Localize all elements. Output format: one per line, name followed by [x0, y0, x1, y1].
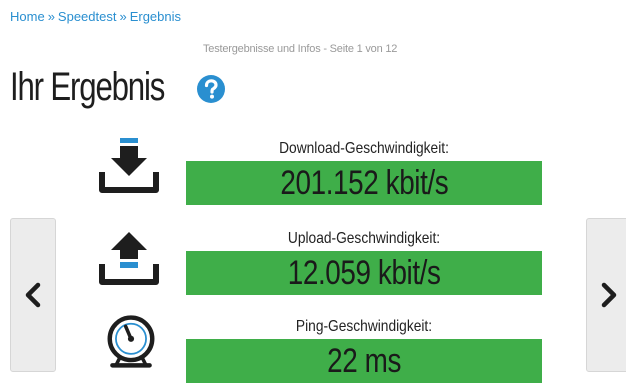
upload-result-bar: 12.059 kbit/s [186, 251, 542, 295]
breadcrumb: Home» Speedtest» Ergebnis [10, 9, 181, 24]
download-label: Download-Geschwindigkeit: [279, 140, 449, 157]
ping-label: Ping-Geschwindigkeit: [295, 318, 433, 335]
breadcrumb-speedtest-link[interactable]: Speedtest [58, 9, 117, 24]
download-icon [99, 138, 159, 193]
upload-icon [99, 232, 159, 285]
breadcrumb-separator: » [119, 9, 127, 24]
download-value: 201.152 kbit/s [280, 163, 448, 202]
chevron-left-icon [25, 282, 41, 308]
help-question-icon[interactable] [196, 74, 226, 104]
download-result-bar: 201.152 kbit/s [186, 161, 542, 205]
breadcrumb-home-link[interactable]: Home [10, 9, 45, 24]
breadcrumb-separator: » [47, 9, 55, 24]
page-title: Ihr Ergebnis [10, 65, 165, 109]
next-button[interactable] [586, 218, 626, 372]
ping-value: 22 ms [327, 341, 401, 380]
ping-result-bar: 22 ms [186, 339, 542, 383]
ping-gauge-icon [107, 315, 155, 368]
chevron-right-icon [601, 282, 617, 308]
page-subtitle: Testergebnisse und Infos - Seite 1 von 1… [203, 43, 398, 55]
breadcrumb-ergebnis-link[interactable]: Ergebnis [130, 9, 181, 24]
previous-button[interactable] [10, 218, 56, 372]
upload-label: Upload-Geschwindigkeit: [287, 230, 441, 247]
upload-value: 12.059 kbit/s [287, 253, 441, 292]
